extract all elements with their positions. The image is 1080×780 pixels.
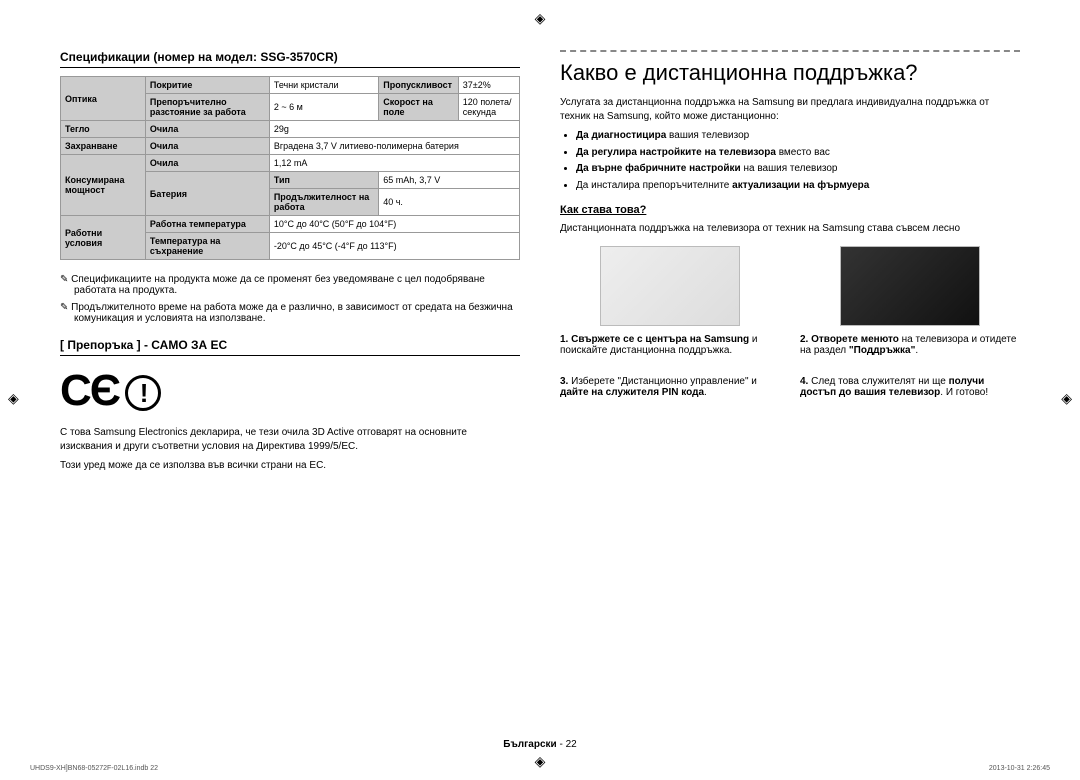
registration-mark-bottom: ◈ bbox=[535, 753, 546, 770]
cell: 37±2% bbox=[458, 77, 519, 94]
spec-heading: Спецификации (номер на модел: SSG-3570CR… bbox=[60, 50, 520, 68]
page-content: Спецификации (номер на модел: SSG-3570CR… bbox=[0, 0, 1080, 509]
recommendation-heading: [ Препоръка ] - САМО ЗА ЕС bbox=[60, 338, 520, 356]
cell: Очила bbox=[145, 155, 269, 172]
note-1: ✎ Спецификациите на продукта може да се … bbox=[74, 274, 520, 296]
cell: Тип bbox=[269, 172, 378, 189]
step-2-image bbox=[840, 246, 980, 326]
footer-page-number: 22 bbox=[566, 739, 577, 750]
cell: Пропускливост bbox=[379, 77, 459, 94]
ce-text: CЄ bbox=[60, 366, 119, 415]
list-item: Да регулира настройките на телевизора вм… bbox=[576, 146, 1020, 160]
cell: Захранване bbox=[61, 138, 146, 155]
ce-declaration: С това Samsung Electronics декларира, че… bbox=[60, 426, 520, 453]
cell: Очила bbox=[145, 121, 269, 138]
cell: 120 полета/секунда bbox=[458, 94, 519, 121]
cell: Работна температура bbox=[145, 216, 269, 233]
cell: Течни кристали bbox=[269, 77, 378, 94]
cell: Продължителност на работа bbox=[269, 189, 378, 216]
cell: Тегло bbox=[61, 121, 146, 138]
intro-text: Услугата за дистанционна поддръжка на Sa… bbox=[560, 96, 1020, 123]
step-1: 1. Свържете се с центъра на Samsung и по… bbox=[560, 246, 780, 356]
registration-mark-top: ◈ bbox=[535, 10, 546, 27]
step-2: 2. Отворете менюто на телевизора и отиде… bbox=[800, 246, 1020, 356]
registration-mark-right: ◈ bbox=[1061, 390, 1072, 407]
cell: 29g bbox=[269, 121, 519, 138]
cell: Работни условия bbox=[61, 216, 146, 260]
right-column: Какво е дистанционна поддръжка? Услугата… bbox=[560, 50, 1020, 479]
how-heading: Как става това? bbox=[560, 204, 1020, 216]
left-column: Спецификации (номер на модел: SSG-3570CR… bbox=[60, 50, 520, 479]
cell: Очила bbox=[145, 138, 269, 155]
cell: -20°C до 45°C (-4°F до 113°F) bbox=[269, 233, 519, 260]
spec-table: Оптика Покритие Течни кристали Пропускли… bbox=[60, 76, 520, 260]
print-filename: UHDS9-XH]BN68-05272F-02L16.indb 22 bbox=[30, 765, 158, 772]
registration-mark-left: ◈ bbox=[8, 390, 19, 407]
cell: Препоръчително разстояние за работа bbox=[145, 94, 269, 121]
feature-list: Да диагностицира вашия телевизор Да регу… bbox=[560, 129, 1020, 192]
note-2: ✎ Продължителното време на работа може д… bbox=[74, 302, 520, 324]
step-3: 3. Изберете "Дистанционно управление" и … bbox=[560, 376, 780, 398]
cell: Скорост на поле bbox=[379, 94, 459, 121]
cell: 40 ч. bbox=[379, 189, 520, 216]
step-4: 4. След това служителят ни ще получи дос… bbox=[800, 376, 1020, 398]
step-1-image bbox=[600, 246, 740, 326]
ce-mark: CЄ! bbox=[60, 366, 520, 416]
cell: 1,12 mA bbox=[269, 155, 519, 172]
cell: Оптика bbox=[61, 77, 146, 121]
footer-language: Български bbox=[503, 739, 556, 750]
cell: 10°C до 40°C (50°F до 104°F) bbox=[269, 216, 519, 233]
remote-support-title: Какво е дистанционна поддръжка? bbox=[560, 50, 1020, 86]
list-item: Да диагностицира вашия телевизор bbox=[576, 129, 1020, 143]
cell: Покритие bbox=[145, 77, 269, 94]
print-timestamp: 2013-10-31 2:26:45 bbox=[989, 765, 1050, 772]
page-footer: Български - 22 bbox=[0, 739, 1080, 750]
cell: Вградена 3,7 V литиево-полимерна батерия bbox=[269, 138, 519, 155]
cell: Температура на съхранение bbox=[145, 233, 269, 260]
how-text: Дистанционната поддръжка на телевизора о… bbox=[560, 222, 1020, 236]
cell: Батерия bbox=[145, 172, 269, 216]
list-item: Да върне фабричните настройки на вашия т… bbox=[576, 162, 1020, 176]
eu-usage: Този уред може да се използва във всички… bbox=[60, 459, 520, 473]
cell: 2 ~ 6 м bbox=[269, 94, 378, 121]
alert-icon: ! bbox=[125, 375, 161, 411]
list-item: Да инсталира препоръчителните актуализац… bbox=[576, 179, 1020, 193]
cell: Консумирана мощност bbox=[61, 155, 146, 216]
cell: 65 mAh, 3,7 V bbox=[379, 172, 520, 189]
steps-grid: 1. Свържете се с центъра на Samsung и по… bbox=[560, 246, 1020, 398]
